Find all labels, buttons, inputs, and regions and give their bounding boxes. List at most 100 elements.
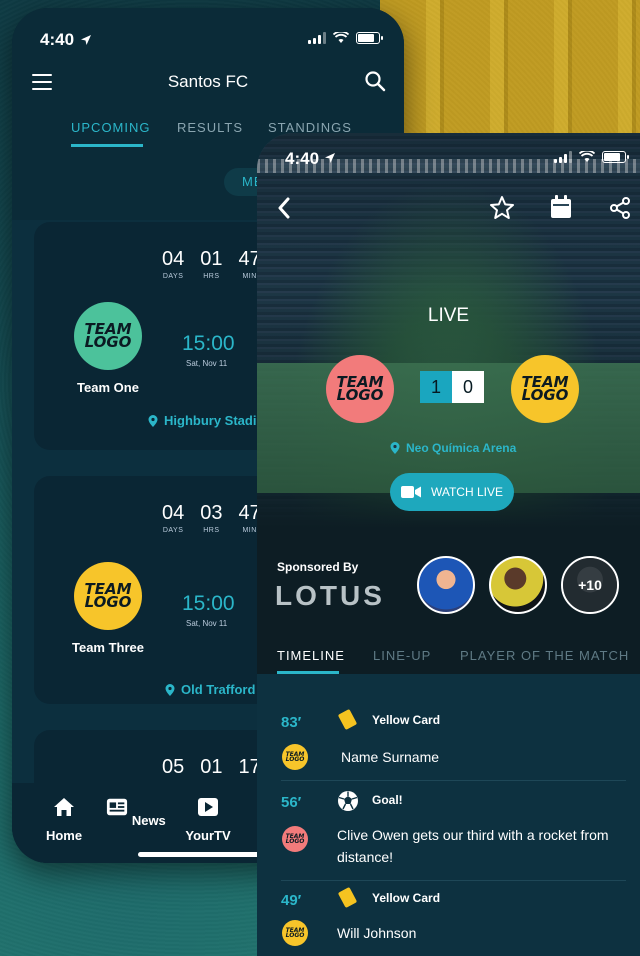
countdown: 04 DAYS 03 HRS 47 MIN (162, 502, 261, 534)
countdown-hrs: 03 (200, 502, 223, 524)
countdown-hrs: 01 (200, 248, 223, 270)
more-count: +10 (563, 558, 617, 612)
event-description: Name Surname (341, 749, 440, 765)
event-minute: 49′ (281, 892, 302, 909)
countdown-days: 05 (162, 756, 185, 778)
divider (281, 880, 626, 881)
status-time: 4:40 (285, 149, 320, 168)
team-logo: TEAM LOGO (282, 920, 308, 946)
event-description: Clive Owen gets our third with a rocket … (337, 827, 609, 865)
event-type: Yellow Card (372, 891, 441, 905)
countdown-hrs: 01 (200, 756, 223, 778)
avatar[interactable] (417, 556, 475, 614)
tab-yourtv-label: YourTV (185, 828, 231, 843)
wifi-icon (333, 32, 349, 43)
status-bar-indicators (554, 151, 629, 163)
tab-home-label: Home (45, 828, 83, 843)
search-icon[interactable] (364, 70, 386, 92)
divider (281, 780, 626, 781)
wifi-icon (579, 151, 595, 162)
team-logo: TEAM LOGO (282, 826, 308, 852)
fixtures-header: Santos FC (12, 68, 404, 108)
countdown-days-label: DAYS (162, 273, 184, 280)
match-date: Sat, Nov 11 (186, 359, 228, 368)
countdown-days-label: DAYS (162, 527, 184, 534)
share-icon[interactable] (609, 197, 631, 219)
match-toolbar (257, 195, 640, 223)
tab-yourtv[interactable]: YourTV (178, 797, 238, 843)
event-minute: 56′ (281, 794, 302, 811)
score-home: 1 (420, 371, 452, 403)
avatar[interactable] (489, 556, 547, 614)
team-logo: TEAM LOGO (74, 562, 142, 630)
home-icon (54, 798, 74, 816)
venue: Old Trafford (165, 682, 255, 697)
calendar-icon[interactable] (550, 195, 572, 219)
kickoff-time: 15:00 (182, 332, 235, 355)
away-team-logo[interactable]: TEAM LOGO (511, 355, 579, 423)
location-pin-icon (390, 442, 400, 454)
tab-timeline[interactable]: TIMELINE (277, 648, 345, 663)
phone-match-centre: 4:40 LIVE TEAM LOGO 1 0 TEAM LOGO Neo Quí (257, 133, 640, 956)
page-title: Santos FC (167, 72, 249, 91)
status-bar-time: 4:40 (40, 30, 92, 50)
watch-live-label: WATCH LIVE (430, 485, 503, 499)
event-minute: 83′ (281, 714, 302, 731)
tab-home[interactable]: Home (34, 797, 94, 843)
tab-player-of-the-match[interactable]: PLAYER OF THE MATCH (460, 648, 629, 663)
venue-name: Old Trafford (181, 682, 256, 697)
tab-underline (71, 144, 143, 147)
countdown: 05 01 17 (162, 756, 261, 779)
scoreboard: 1 0 (420, 371, 484, 403)
tv-play-icon (198, 798, 218, 816)
location-arrow-icon (324, 153, 335, 163)
football-icon (338, 791, 358, 811)
event-description: Will Johnson (337, 925, 417, 941)
countdown-hrs-label: HRS (203, 527, 220, 534)
match-venue: Neo Química Arena (390, 441, 516, 455)
countdown: 04 DAYS 01 HRS 47 MIN (162, 248, 261, 280)
battery-icon (602, 151, 629, 163)
signal-icon (554, 151, 572, 163)
stadium-hero: 4:40 LIVE TEAM LOGO 1 0 TEAM LOGO Neo Quí (257, 133, 640, 528)
score-away: 0 (452, 371, 484, 403)
video-camera-icon (400, 486, 421, 498)
home-team-logo[interactable]: TEAM LOGO (326, 355, 394, 423)
timeline-list: 83′ Yellow Card TEAM LOGO Name Surname 56… (257, 674, 640, 956)
back-chevron-icon[interactable] (277, 197, 291, 219)
team-logo: TEAM LOGO (74, 302, 142, 370)
venue-name: Highbury Stadiu (164, 413, 265, 428)
tab-results[interactable]: RESULTS (177, 120, 243, 135)
sponsor-strip: Sponsored By LOTUS +10 (257, 528, 640, 636)
countdown-days: 04 (162, 248, 185, 270)
match-date: Sat, Nov 11 (186, 619, 228, 628)
location-pin-icon (148, 414, 158, 427)
location-arrow-icon (81, 35, 92, 45)
live-label: LIVE (427, 305, 470, 326)
status-time: 4:40 (40, 30, 75, 49)
tab-news[interactable]: News (106, 797, 166, 828)
sponsored-by-label: Sponsored By (277, 560, 359, 574)
team-logo: TEAM LOGO (282, 744, 308, 770)
match-tabs: TIMELINE LINE-UP PLAYER OF THE MATCH (257, 636, 640, 674)
event-type: Yellow Card (372, 713, 441, 727)
team-name: Team One (77, 380, 139, 395)
news-icon (107, 798, 128, 816)
kickoff-time: 15:00 (182, 592, 235, 615)
team-name: Team Three (71, 640, 144, 655)
location-pin-icon (165, 683, 175, 696)
status-bar-indicators (308, 32, 383, 44)
countdown-days: 04 (162, 502, 185, 524)
watch-live-button[interactable]: WATCH LIVE (390, 473, 514, 511)
yellow-card-icon (337, 886, 358, 909)
star-icon[interactable] (489, 195, 515, 221)
venue-name: Neo Química Arena (406, 441, 517, 455)
tab-line-up[interactable]: LINE-UP (373, 648, 431, 663)
sponsor-logo[interactable]: LOTUS (275, 580, 385, 612)
event-type: Goal! (372, 793, 403, 807)
avatar-more[interactable]: +10 (561, 556, 619, 614)
tab-upcoming[interactable]: UPCOMING (71, 120, 151, 135)
venue: Highbury Stadiu (148, 413, 264, 428)
tab-news-label: News (131, 813, 166, 828)
battery-icon (356, 32, 383, 44)
